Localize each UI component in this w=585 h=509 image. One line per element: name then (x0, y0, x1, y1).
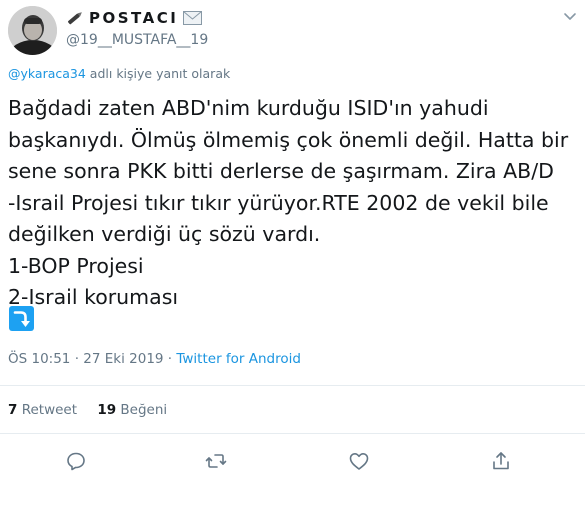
tweet-line: 1-BOP Projesi (8, 253, 144, 278)
avatar-image (8, 6, 57, 55)
display-name-text: POSTACI (89, 9, 179, 27)
chevron-down-icon[interactable] (562, 9, 578, 23)
tweet-line: -Israil Projesi tıkır tıkır yürüyor.RTE … (8, 190, 549, 215)
tweet-line: sene sonra PKK bitti derlerse de şaşırma… (8, 159, 554, 183)
tweet-line: başkanıydı. Ölmüş ölmemiş çok önemli değ… (8, 127, 569, 152)
divider (0, 385, 585, 386)
reply-to-handle-link[interactable]: @ykaraca34 (8, 66, 86, 81)
tweet-stats: 7 Retweet 19 Beğeni (8, 402, 183, 418)
reply-context-text: adlı kişiye yanıt olarak (85, 66, 231, 81)
right-arrow-curving-down-icon (9, 306, 34, 331)
meta-separator: · (163, 351, 177, 367)
likes-label: Beğeni (120, 402, 168, 418)
likes-count: 19 (97, 402, 117, 418)
tweet-meta: ÖS 10:51 · 27 Eki 2019 · Twitter for And… (8, 351, 301, 367)
reply-context: @ykaraca34 adlı kişiye yanıt olarak (8, 66, 230, 81)
tweet-text: Bağdadi zaten ABD'nim kurduğu ISID'ın ya… (8, 93, 580, 314)
avatar[interactable] (8, 6, 57, 55)
author-handle[interactable]: @19__MUSTAFA__19 (66, 32, 208, 48)
tweet-line: 2-Israil koruması (8, 285, 179, 309)
like-icon[interactable] (347, 449, 371, 473)
tweet-line: Bağdadi zaten ABD'nim kurduğu ISID'ın ya… (8, 96, 489, 120)
display-name[interactable]: POSTACI (66, 9, 203, 27)
pen-icon (67, 12, 82, 25)
retweet-icon[interactable] (204, 449, 228, 473)
retweets-count: 7 (8, 402, 18, 418)
tweet-time: ÖS 10:51 (8, 351, 71, 367)
tweet-source-link[interactable]: Twitter for Android (176, 351, 301, 367)
divider (0, 433, 585, 434)
reply-icon[interactable] (64, 449, 88, 473)
share-icon[interactable] (489, 449, 513, 473)
retweets-label: Retweet (21, 402, 78, 418)
tweet-date[interactable]: 27 Eki 2019 (83, 351, 163, 367)
envelope-icon (183, 11, 203, 25)
meta-separator: · (70, 351, 84, 367)
likes-stat[interactable]: 19 Beğeni (97, 402, 167, 418)
retweets-stat[interactable]: 7 Retweet (8, 402, 77, 418)
tweet-line: değilken verdiği üç sözü vardı. (8, 222, 321, 246)
